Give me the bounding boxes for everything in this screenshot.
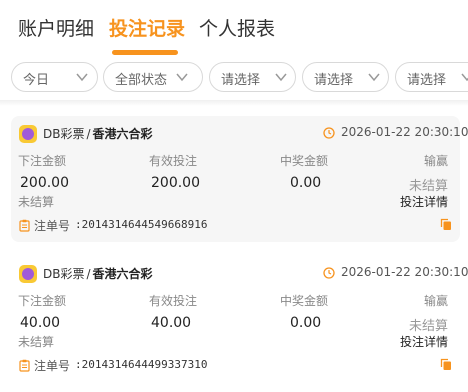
- profit-status: 未结算: [408, 319, 448, 334]
- select-filter-dropdown-2[interactable]: 请选择: [302, 62, 389, 92]
- select-filter-dropdown-3[interactable]: 请选择: [395, 62, 468, 92]
- select-filter-label-1: 请选择: [221, 73, 261, 88]
- record-vendor: DB彩票 / 香港六合彩: [43, 265, 153, 282]
- status-filter-dropdown[interactable]: 全部状态: [103, 62, 203, 92]
- date-filter-label: 今日: [23, 73, 50, 88]
- clipboard-icon: [19, 219, 30, 232]
- tab-personal-report[interactable]: 个人报表: [199, 14, 275, 41]
- copy-icon[interactable]: [440, 358, 452, 371]
- header-divider: [0, 100, 468, 106]
- chevron-down-icon: [176, 73, 188, 82]
- order-number-label: 注单号: [34, 359, 71, 373]
- clock-icon: [323, 267, 335, 279]
- date-filter-dropdown[interactable]: 今日: [11, 62, 98, 92]
- vendor-name: DB彩票: [43, 127, 85, 141]
- vendor-name: DB彩票: [43, 267, 85, 281]
- tab-bet-records[interactable]: 投注记录: [109, 14, 185, 41]
- bet-detail-link[interactable]: 投注详情: [400, 333, 448, 350]
- lottery-name: 香港六合彩: [92, 267, 153, 281]
- win-amount-value: 0.00: [290, 175, 322, 191]
- db-lottery-logo-icon: [19, 265, 37, 283]
- order-number-value: :2014314644499337310: [75, 358, 208, 371]
- win-amount-label: 中奖金额: [280, 294, 329, 308]
- active-tab-indicator: [112, 50, 178, 55]
- chevron-down-icon: [368, 73, 380, 82]
- db-lottery-logo-icon: [19, 125, 37, 143]
- copy-icon[interactable]: [440, 218, 452, 231]
- chevron-down-icon: [461, 73, 468, 82]
- record-time: 2026-01-22 20:30:10: [341, 265, 468, 279]
- bet-amount-label: 下注金额: [18, 294, 67, 308]
- chevron-down-icon: [275, 73, 287, 82]
- select-filter-label-2: 请选择: [314, 73, 354, 88]
- bet-amount-label: 下注金额: [18, 154, 67, 168]
- win-amount-value: 0.00: [290, 315, 322, 331]
- clock-icon: [323, 127, 335, 139]
- bet-record-card: DB彩票 / 香港六合彩 2026-01-22 20:30:10 下注金额 有效投注…: [11, 256, 468, 382]
- valid-bet-value: 40.00: [151, 315, 192, 331]
- profit-status: 未结算: [408, 179, 448, 194]
- bet-record-card: DB彩票 / 香港六合彩 2026-01-22 20:30:10 下注金额 有效投注…: [11, 116, 468, 242]
- bet-detail-link[interactable]: 投注详情: [400, 193, 448, 210]
- valid-bet-value: 200.00: [151, 175, 200, 191]
- order-number-label: 注单号: [34, 219, 71, 233]
- lottery-name: 香港六合彩: [92, 127, 153, 141]
- filter-bar: 今日 全部状态 请选择 请选择 请选择: [0, 62, 468, 94]
- valid-bet-label: 有效投注: [149, 154, 198, 168]
- vendor-separator: /: [86, 127, 91, 141]
- chevron-down-icon: [76, 73, 88, 82]
- bet-amount-value: 40.00: [20, 315, 61, 331]
- status-filter-label: 全部状态: [115, 73, 168, 88]
- settlement-status: 未结算: [18, 335, 55, 349]
- tab-bar: 账户明细 投注记录 个人报表: [0, 0, 468, 58]
- profit-label: 输赢: [423, 294, 448, 308]
- select-filter-dropdown-1[interactable]: 请选择: [209, 62, 296, 92]
- tab-account-details[interactable]: 账户明细: [18, 14, 94, 41]
- settlement-status: 未结算: [18, 195, 55, 209]
- bet-amount-value: 200.00: [20, 175, 69, 191]
- record-vendor: DB彩票 / 香港六合彩: [43, 125, 153, 142]
- valid-bet-label: 有效投注: [149, 294, 198, 308]
- order-number-value: :2014314644549668916: [75, 218, 208, 231]
- clipboard-icon: [19, 359, 30, 372]
- select-filter-label-3: 请选择: [407, 73, 447, 88]
- record-time: 2026-01-22 20:30:10: [341, 125, 468, 139]
- vendor-separator: /: [86, 267, 91, 281]
- profit-label: 输赢: [423, 154, 448, 168]
- win-amount-label: 中奖金额: [280, 154, 329, 168]
